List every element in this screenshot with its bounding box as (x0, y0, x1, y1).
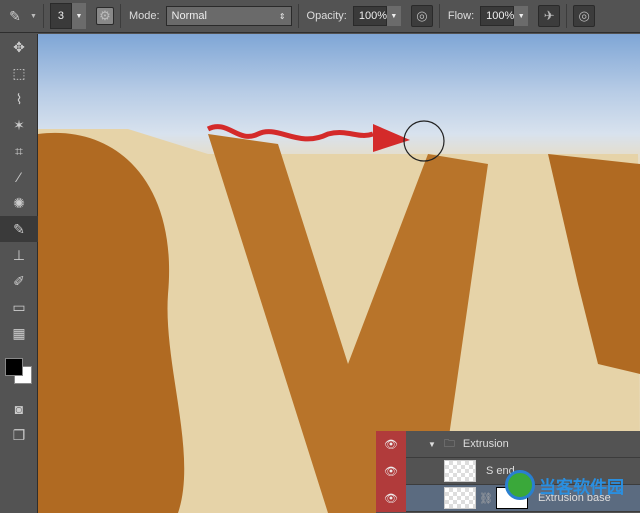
expand-triangle-icon[interactable]: ▼ (428, 440, 436, 449)
flow-label: Flow: (447, 10, 475, 22)
toolbox: ✥ ⬚ ⌇ ✶ ⌗ ⁄ ✺ ✎ ⊥ ✐ ▭ ▦ ◙ ❐ (0, 34, 38, 513)
brush-size-dropdown[interactable]: ▼ (71, 3, 86, 29)
history-brush-tool-icon[interactable]: ✐ (0, 268, 38, 294)
gradient-tool-icon[interactable]: ▦ (0, 320, 38, 346)
marquee-tool-icon[interactable]: ⬚ (0, 60, 38, 86)
brush-preset-icon[interactable]: ✎ (0, 3, 30, 29)
quick-mask-icon[interactable]: ◙ (0, 396, 38, 422)
pressure-opacity-icon[interactable]: ◎ (410, 5, 433, 27)
opacity-field[interactable]: 100% (352, 6, 387, 26)
magic-wand-tool-icon[interactable]: ✶ (0, 112, 38, 138)
eyedropper-tool-icon[interactable]: ⁄ (0, 164, 38, 190)
airbrush-icon[interactable]: ✈ (538, 5, 561, 27)
move-tool-icon[interactable]: ✥ (0, 34, 38, 60)
watermark-logo-icon (505, 470, 535, 500)
eraser-tool-icon[interactable]: ▭ (0, 294, 38, 320)
watermark: 当客软件园 (505, 470, 624, 500)
lasso-tool-icon[interactable]: ⌇ (0, 86, 38, 112)
eye-icon[interactable]: 👁 (376, 430, 406, 458)
brush-panel-icon[interactable]: ⚙ (95, 7, 114, 25)
stamp-tool-icon[interactable]: ⊥ (0, 242, 38, 268)
watermark-text: 当客软件园 (539, 477, 624, 498)
flow-field[interactable]: 100% (480, 6, 514, 26)
mode-label: Mode: (128, 10, 160, 22)
flow-dropdown[interactable]: ▼ (514, 6, 529, 26)
mode-value: Normal (171, 10, 207, 22)
brush-size-field[interactable]: 3 (49, 3, 72, 29)
folder-icon: 🗀 (443, 437, 455, 450)
layer-name: Extrusion (462, 438, 509, 450)
healing-tool-icon[interactable]: ✺ (0, 190, 38, 216)
color-swatches (0, 346, 37, 396)
eye-icon[interactable]: 👁 (376, 457, 406, 485)
opacity-label: Opacity: (306, 10, 347, 22)
layer-thumbnail (444, 460, 476, 482)
layer-row[interactable]: 👁 ▼ 🗀 Extrusion (376, 430, 640, 458)
updown-icon: ⇕ (278, 11, 286, 21)
eye-icon[interactable]: 👁 (376, 484, 406, 512)
mode-select[interactable]: Normal ⇕ (165, 6, 292, 26)
pressure-size-icon[interactable]: ◎ (573, 5, 596, 27)
crop-tool-icon[interactable]: ⌗ (0, 138, 38, 164)
link-icon[interactable]: ⛓ (479, 492, 493, 505)
brush-preset-dropdown-icon[interactable]: ▼ (30, 13, 37, 20)
screen-mode-icon[interactable]: ❐ (0, 422, 38, 448)
brush-tool-icon[interactable]: ✎ (0, 216, 38, 242)
opacity-dropdown[interactable]: ▼ (386, 6, 401, 26)
options-bar: ✎ ▼ 3 ▼ ⚙ Mode: Normal ⇕ Opacity: 100% ▼ … (0, 0, 640, 33)
foreground-color-swatch[interactable] (5, 358, 23, 376)
red-arrow-line (206, 124, 374, 142)
layer-thumbnail (444, 487, 476, 509)
